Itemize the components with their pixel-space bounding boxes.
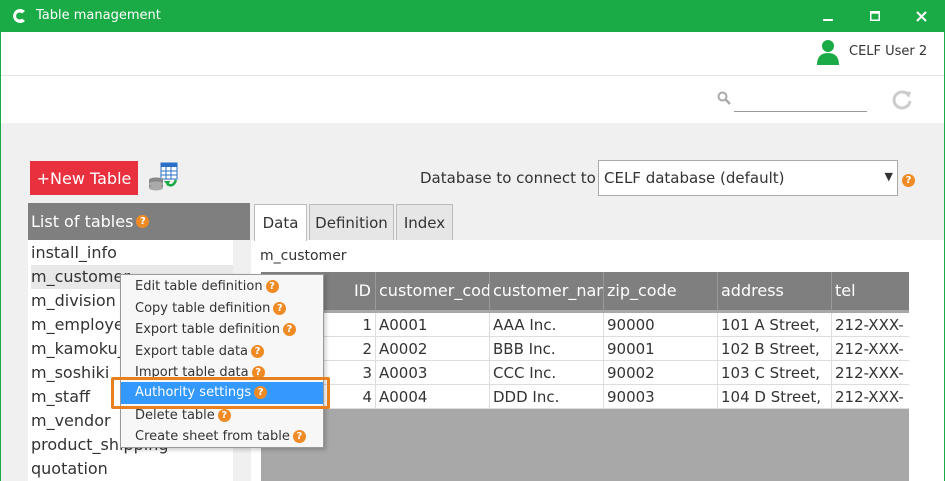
help-icon[interactable]: ? <box>292 430 306 443</box>
menu-item-copy-table-definition[interactable]: Copy table definition? <box>135 300 287 318</box>
menu-item-edit-table-definition[interactable]: Edit table definition? <box>135 278 279 296</box>
window-title: Table management <box>36 8 161 23</box>
close-icon <box>915 10 927 22</box>
help-icon[interactable]: ? <box>282 323 296 336</box>
column-header[interactable]: customer_code <box>375 272 489 310</box>
highlight-outline <box>111 377 330 409</box>
header-divider <box>1 75 944 76</box>
help-icon[interactable]: ? <box>217 409 231 422</box>
user-name[interactable]: CELF User 2 <box>849 44 927 59</box>
table-cell[interactable]: 90001 <box>603 337 717 361</box>
database-select-value: CELF database (default) <box>604 169 785 187</box>
tab-definition[interactable]: Definition <box>309 204 394 240</box>
list-item[interactable]: quotation <box>31 457 108 481</box>
tab-data[interactable]: Data <box>254 204 307 241</box>
table-cell[interactable]: 212-XXX- <box>831 313 909 337</box>
help-icon[interactable]: ? <box>136 215 150 228</box>
maximize-button[interactable] <box>852 0 898 32</box>
table-cell[interactable]: 90003 <box>603 385 717 409</box>
search-icon <box>717 91 731 105</box>
column-header[interactable]: tel <box>831 272 909 310</box>
column-header[interactable]: zip_code <box>603 272 717 310</box>
table-cell[interactable]: 103 C Street, <box>717 361 831 385</box>
new-table-button[interactable]: +New Table <box>30 161 138 195</box>
title-bar: Table management <box>0 0 945 32</box>
close-button[interactable] <box>898 0 944 32</box>
help-icon[interactable]: ? <box>251 345 265 358</box>
table-cell[interactable]: 104 D Street, <box>717 385 831 409</box>
user-avatar-icon <box>817 40 839 65</box>
database-sheet-icon[interactable] <box>147 162 179 192</box>
table-cell[interactable]: 212-XXX- <box>831 337 909 361</box>
menu-item-delete-table[interactable]: Delete table? <box>135 407 231 425</box>
menu-item-label: Export table data <box>135 344 249 359</box>
table-cell[interactable]: 102 B Street, <box>717 337 831 361</box>
list-item[interactable]: install_info <box>31 241 117 265</box>
database-label: Database to connect to <box>420 169 596 187</box>
table-cell[interactable]: 90000 <box>603 313 717 337</box>
tables-list-title: List of tables <box>31 212 134 231</box>
menu-item-create-sheet-from-table[interactable]: Create sheet from table? <box>135 428 306 446</box>
list-item[interactable]: m_soshiki <box>31 361 109 385</box>
menu-item-export-table-definition[interactable]: Export table definition? <box>135 321 296 339</box>
table-cell[interactable]: 212-XXX- <box>831 385 909 409</box>
menu-item-label: Export table definition <box>135 322 280 337</box>
refresh-icon[interactable] <box>891 88 913 110</box>
help-icon[interactable]: ? <box>902 174 915 187</box>
menu-item-label: Create sheet from table <box>135 429 290 444</box>
table-cell[interactable]: A0004 <box>375 385 489 409</box>
table-cell[interactable]: 101 A Street, <box>717 313 831 337</box>
minimize-button[interactable] <box>805 0 851 32</box>
maximize-icon <box>870 11 880 21</box>
minimize-icon <box>823 19 833 21</box>
list-item[interactable]: m_kamoku_ <box>31 337 126 361</box>
chevron-down-icon: ▼ <box>884 170 893 183</box>
help-icon[interactable]: ? <box>265 280 279 293</box>
tab-index[interactable]: Index <box>396 204 453 240</box>
table-cell[interactable]: AAA Inc. <box>489 313 603 337</box>
list-item[interactable]: m_division <box>31 289 116 313</box>
list-item[interactable]: m_employee <box>31 313 134 337</box>
column-header[interactable]: customer_name <box>489 272 603 310</box>
table-cell[interactable]: 90002 <box>603 361 717 385</box>
search-input[interactable] <box>734 88 867 112</box>
table-cell[interactable]: DDD Inc. <box>489 385 603 409</box>
list-item[interactable]: m_vendor <box>31 409 111 433</box>
menu-item-label: Copy table definition <box>135 301 271 316</box>
table-cell[interactable]: BBB Inc. <box>489 337 603 361</box>
menu-item-label: Edit table definition <box>135 279 263 294</box>
tables-list-header: List of tables ? <box>28 203 250 240</box>
app-logo-icon <box>13 9 25 23</box>
table-cell[interactable]: A0003 <box>375 361 489 385</box>
table-cell[interactable]: A0002 <box>375 337 489 361</box>
table-cell[interactable]: CCC Inc. <box>489 361 603 385</box>
list-item[interactable]: m_staff <box>31 385 90 409</box>
help-icon[interactable]: ? <box>273 302 287 315</box>
menu-item-export-table-data[interactable]: Export table data? <box>135 343 265 361</box>
table-cell[interactable]: 212-XXX- <box>831 361 909 385</box>
column-header[interactable]: address <box>717 272 831 310</box>
menu-item-label: Delete table <box>135 408 215 423</box>
current-table-name: m_customer <box>260 248 347 264</box>
table-cell[interactable]: A0001 <box>375 313 489 337</box>
database-select[interactable]: CELF database (default) ▼ <box>598 160 898 196</box>
